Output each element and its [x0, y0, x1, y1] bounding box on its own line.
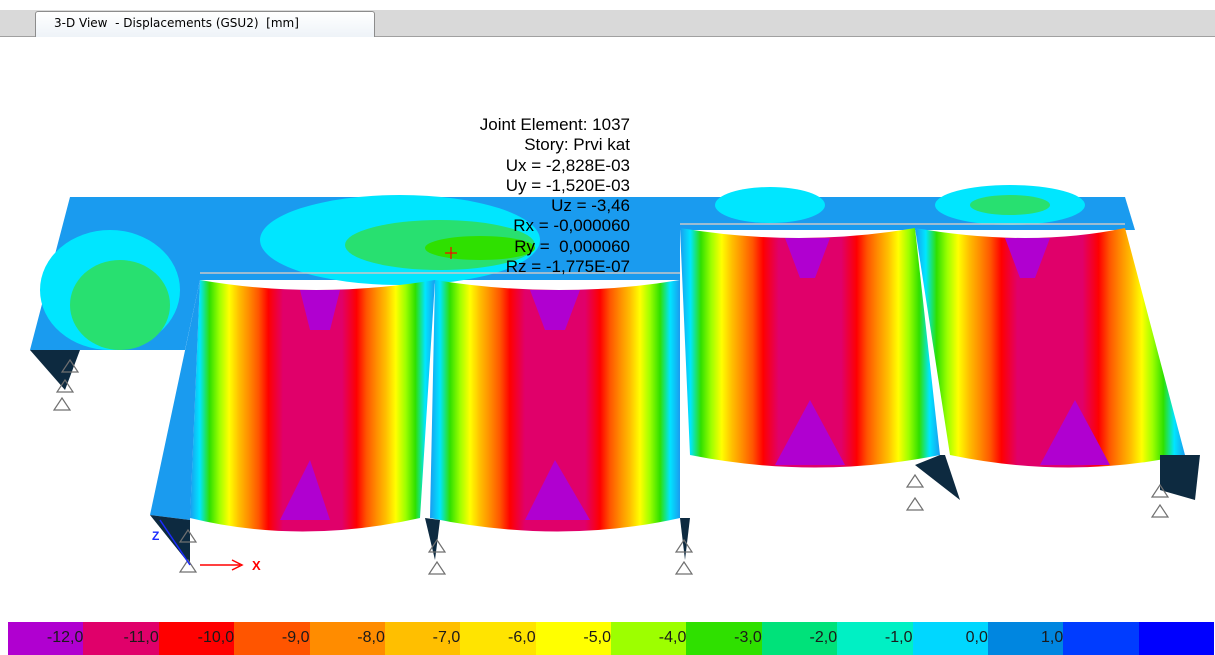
slab-contour-cyan-right-1: [715, 187, 825, 223]
axis-x-label: X: [252, 558, 261, 573]
legend-segment-12: 0,0: [912, 622, 988, 655]
info-line-0: Joint Element: 1037: [479, 115, 630, 134]
legend-label-13: 1,0: [1041, 629, 1064, 646]
info-line-7: Rz = -1,775E-07: [505, 257, 630, 277]
info-line-2: Ux = -2,828E-03: [505, 155, 630, 175]
legend-segment-14: [1063, 622, 1139, 655]
tab-bar: 3-D View - Displacements (GSU2) [mm]: [0, 0, 1215, 37]
legend-label-6: -6,0: [508, 629, 536, 646]
tab-3d-view[interactable]: 3-D View - Displacements (GSU2) [mm]: [35, 11, 375, 37]
legend-segment-13: 1,0: [987, 622, 1064, 655]
legend-label-0: -12,0: [46, 629, 84, 646]
slab-contour-green-left: [70, 260, 170, 350]
legend-label-8: -4,0: [658, 629, 687, 646]
legend-segment-3: -9,0: [234, 622, 310, 655]
legend-segment-2: -10,0: [158, 622, 235, 655]
side-wall-dark-4: [915, 455, 960, 500]
legend-label-11: -1,0: [884, 629, 913, 646]
side-wall-left-2: [30, 350, 80, 390]
legend-label-10: -2,0: [809, 629, 838, 646]
legend-segment-4: -8,0: [309, 622, 385, 655]
legend-segment-11: -1,0: [837, 622, 913, 655]
legend-segment-15: [1138, 622, 1214, 655]
legend-segment-10: -2,0: [761, 622, 838, 655]
legend-segment-6: -6,0: [460, 622, 536, 655]
legend-segment-1: -11,0: [83, 622, 159, 655]
legend-label-12: 0,0: [965, 629, 988, 646]
legend-label-2: -10,0: [197, 629, 235, 646]
legend-segment-0: -12,0: [8, 622, 84, 655]
axis-z-label: Z: [152, 529, 159, 543]
info-line-6: Ry = 0,000060: [514, 236, 630, 256]
legend-label-7: -5,0: [583, 629, 611, 646]
slab-contour-green-right-2: [970, 195, 1050, 215]
model-viewport[interactable]: X Z Joint Element: 1037 Story: Prvi kat Ux…: [0, 37, 1215, 617]
legend-label-5: -7,0: [432, 629, 461, 646]
wall-panel-4: [915, 228, 1185, 468]
legend-label-1: -11,0: [123, 629, 159, 646]
info-line-1: Story: Prvi kat: [524, 135, 630, 155]
color-legend-bar: -12,0 -11,0 -10,0 -9,0 -8,0 -7,0 -6,0 -5,0 -4,0 -…: [8, 622, 1214, 655]
legend-segment-8: -4,0: [611, 622, 687, 655]
side-wall-dark-2: [425, 518, 440, 560]
legend-segment-7: -5,0: [535, 622, 611, 655]
legend-label-4: -8,0: [357, 629, 385, 646]
info-line-5: Rx = -0,000060: [513, 216, 630, 236]
side-wall-dark-3: [680, 518, 690, 560]
info-line-4: Uz = -3,46: [551, 196, 630, 216]
legend-segment-9: -3,0: [686, 622, 762, 655]
info-line-3: Uy = -1,520E-03: [505, 175, 630, 195]
legend-segment-5: -7,0: [384, 622, 461, 655]
joint-info-tooltip: Joint Element: 1037 Story: Prvi kat Ux = -…: [380, 115, 630, 277]
legend-label-9: -3,0: [734, 629, 762, 646]
legend-label-3: -9,0: [281, 629, 310, 646]
